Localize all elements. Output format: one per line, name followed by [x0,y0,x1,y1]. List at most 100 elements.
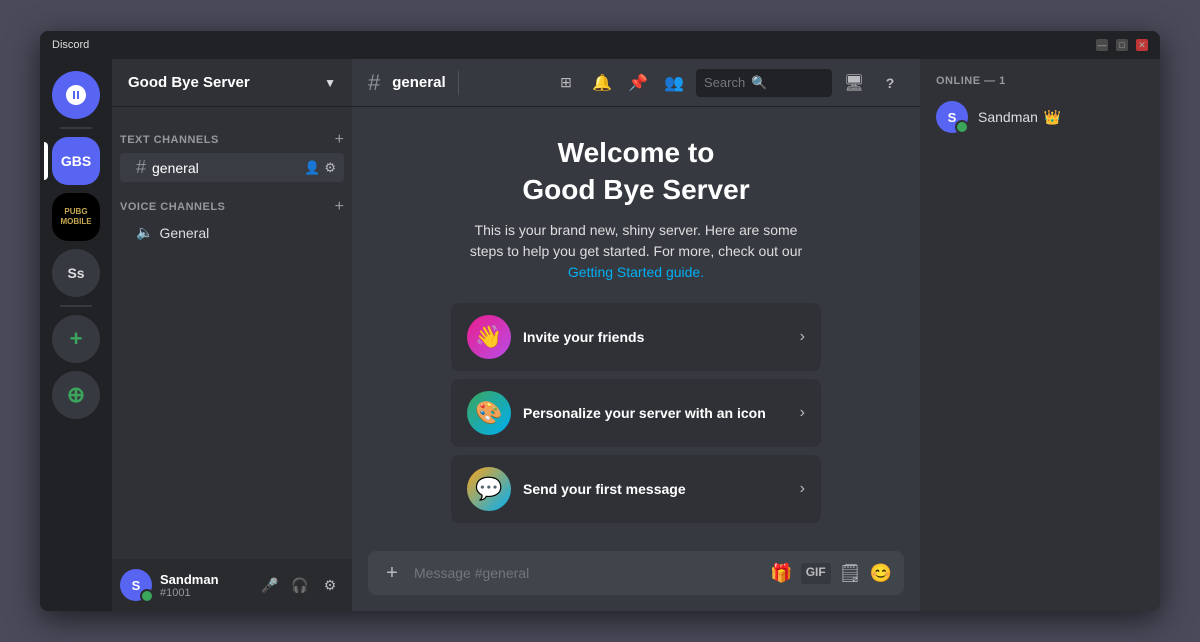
main-content: # general ⊞ 🔔 📌 👥 Search 🔍 🖥 ? [352,59,920,611]
welcome-content: Welcome to Good Bye Server This is your … [352,107,920,551]
action-card-personalize[interactable]: 🎨 Personalize your server with an icon › [451,379,821,447]
welcome-subtitle: This is your brand new, shiny server. He… [456,220,816,283]
add-server-button[interactable]: + [52,315,100,363]
server-pubg-label: PUBGMOBILE [60,207,91,226]
message-icon: 💬 [467,467,511,511]
user-settings-button[interactable]: ⚙ [316,571,344,599]
online-section-title: ONLINE — 1 [928,75,1152,87]
welcome-title-line2: Good Bye Server [522,174,749,205]
header-channel-name: general [392,74,445,91]
header-hash-icon: # [368,70,380,96]
user-avatar-initials: S [132,578,141,593]
channel-name-general: general [152,160,199,176]
user-discriminator: #1001 [160,587,248,599]
getting-started-link[interactable]: Getting Started guide. [568,264,704,280]
text-channels-label: TEXT CHANNELS [120,134,219,146]
member-badge-crown: 👑 [1044,109,1061,125]
personalize-chevron-icon: › [800,404,805,422]
sticker-button[interactable]: 🗒 [839,563,862,584]
server-icon-gbs[interactable]: GBS [52,137,100,185]
personalize-icon: 🎨 [467,391,511,435]
member-avatar-sandman: S [936,101,968,133]
inbox-button[interactable]: 🖥 [840,69,868,97]
add-member-icon[interactable]: 👤 [304,160,320,176]
app-title: Discord [52,39,89,51]
header-actions: ⊞ 🔔 📌 👥 Search 🔍 🖥 ? [552,69,904,97]
channel-action-icons: 👤 ⚙ [304,160,336,176]
voice-channels-category: VOICE CHANNELS + [112,182,352,220]
user-controls: 🎤 🎧 ⚙ [256,571,344,599]
action-card-invite[interactable]: 👋 Invite your friends › [451,303,821,371]
members-list-button[interactable]: 👥 [660,69,688,97]
text-channels-category: TEXT CHANNELS + [112,115,352,153]
search-box[interactable]: Search 🔍 [696,69,832,97]
invite-icon: 👋 [467,315,511,359]
add-voice-channel-button[interactable]: + [335,198,344,216]
invite-card-label: Invite your friends [523,329,788,345]
server-icon-ss[interactable]: Ss [52,249,100,297]
close-button[interactable]: ✕ [1136,39,1148,51]
gift-button[interactable]: 🎁 [770,563,792,584]
channel-sidebar: Good Bye Server ▼ TEXT CHANNELS + # gene… [112,59,352,611]
pinned-messages-button[interactable]: 📌 [624,69,652,97]
user-panel: S Sandman #1001 🎤 🎧 ⚙ [112,559,352,611]
mic-button[interactable]: 🎤 [256,571,284,599]
welcome-title-line1: Welcome to [558,137,715,168]
headset-button[interactable]: 🎧 [286,571,314,599]
explore-icon: ⊕ [67,382,85,408]
settings-channel-icon[interactable]: ⚙ [324,160,336,176]
welcome-title: Welcome to Good Bye Server [522,135,749,208]
discord-home-button[interactable] [52,71,100,119]
member-name-sandman: Sandman 👑 [978,109,1061,126]
personalize-card-label: Personalize your server with an icon [523,405,788,421]
server-header[interactable]: Good Bye Server ▼ [112,59,352,107]
input-actions: 🎁 GIF 🗒 😊 [770,563,892,584]
server-name: Good Bye Server [128,74,250,91]
app-body: GBS PUBGMOBILE Ss + ⊕ Good Bye Server ▼ [40,59,1160,611]
header-divider [458,71,459,95]
add-text-channel-button[interactable]: + [335,131,344,149]
search-placeholder: Search [704,75,745,90]
server-ss-label: Ss [67,265,84,281]
maximize-button[interactable]: □ [1116,39,1128,51]
invite-chevron-icon: › [800,328,805,346]
message-card-label: Send your first message [523,481,788,497]
server-gbs-label: GBS [61,153,91,169]
notifications-button[interactable]: 🔔 [588,69,616,97]
help-button[interactable]: ? [876,69,904,97]
server-icon-pubg[interactable]: PUBGMOBILE [52,193,100,241]
message-input[interactable]: Message #general [414,565,760,581]
user-info: Sandman #1001 [160,572,248,599]
channel-name-voice-general: General [159,225,209,241]
voice-channel-icon: 🔈 [136,224,153,241]
emoji-button[interactable]: 😊 [870,563,892,584]
action-card-message[interactable]: 💬 Send your first message › [451,455,821,523]
channel-item-voice-general[interactable]: 🔈 General [120,220,344,245]
channel-list: TEXT CHANNELS + # general 👤 ⚙ VOICE CHAN… [112,107,352,559]
user-avatar: S [120,569,152,601]
message-chevron-icon: › [800,480,805,498]
message-input-area: + Message #general 🎁 GIF 🗒 😊 [352,551,920,611]
titlebar: Discord — □ ✕ [40,31,1160,59]
voice-channels-label: VOICE CHANNELS [120,201,225,213]
gif-button[interactable]: GIF [801,563,831,584]
server-separator [60,127,92,129]
minimize-button[interactable]: — [1096,39,1108,51]
username: Sandman [160,572,248,587]
server-separator-2 [60,305,92,307]
discord-window: Discord — □ ✕ GBS PUBGMOBILE Ss + [40,31,1160,611]
add-icon: + [70,326,83,352]
channel-hash-icon: # [136,157,146,178]
server-menu-chevron-icon: ▼ [324,76,336,90]
member-item-sandman[interactable]: S Sandman 👑 [928,95,1152,139]
attachment-button[interactable]: + [380,561,404,585]
explore-servers-button[interactable]: ⊕ [52,371,100,419]
search-icon: 🔍 [751,75,767,91]
channel-item-general[interactable]: # general 👤 ⚙ [120,153,344,182]
chat-area: Welcome to Good Bye Server This is your … [352,107,920,611]
members-sidebar: ONLINE — 1 S Sandman 👑 [920,59,1160,611]
threads-button[interactable]: ⊞ [552,69,580,97]
window-controls: — □ ✕ [1096,39,1148,51]
action-cards: 👋 Invite your friends › 🎨 Personalize yo… [451,303,821,523]
server-list: GBS PUBGMOBILE Ss + ⊕ [40,59,112,611]
